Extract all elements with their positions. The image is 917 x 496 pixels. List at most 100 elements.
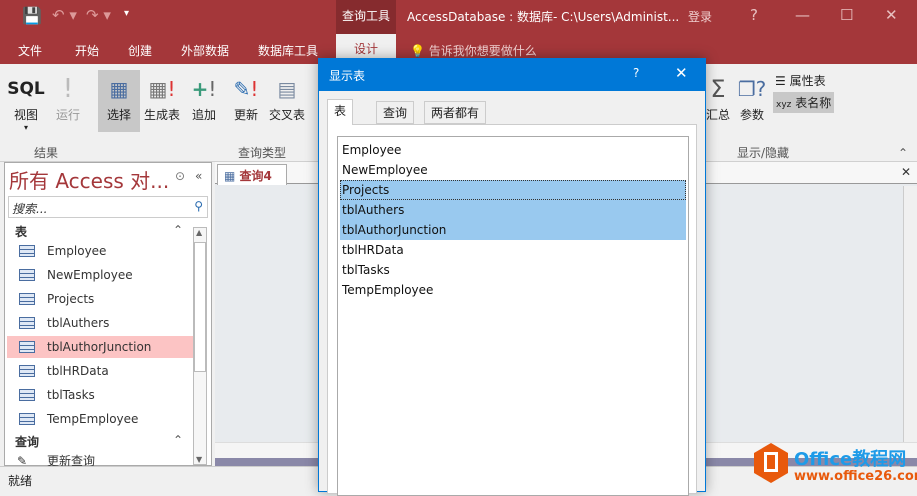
nav-item-label: Employee <box>47 244 107 258</box>
nav-item[interactable]: tblAuthers <box>7 312 193 334</box>
watermark-url: www.office26.com <box>794 469 917 484</box>
table-icon <box>19 317 35 329</box>
search-icon[interactable]: ⚲ <box>194 199 203 213</box>
customize-qat-icon[interactable]: ▾ <box>124 8 129 19</box>
update-button[interactable]: ✎! 更新 <box>224 72 268 123</box>
table-icon <box>19 413 35 425</box>
nav-item-highlighted[interactable]: tblAuthorJunction <box>7 336 193 358</box>
tab-home[interactable]: 开始 <box>75 42 99 59</box>
office-logo-icon <box>754 443 788 483</box>
list-item[interactable]: TempEmployee <box>340 280 686 300</box>
collapse-nav-icon[interactable]: « <box>195 169 202 183</box>
list-item[interactable]: NewEmployee <box>340 160 686 180</box>
parameters-icon: ❐? <box>737 77 767 101</box>
doc-vertical-scrollbar[interactable] <box>903 186 917 442</box>
select-button[interactable]: ▦ 选择 <box>97 72 141 123</box>
help-button[interactable]: ? <box>750 6 758 24</box>
nav-item[interactable]: Employee <box>7 240 193 262</box>
save-icon[interactable]: 💾 <box>22 6 42 25</box>
tab-query4[interactable]: ▦ 查询4 <box>217 164 287 185</box>
parameters-label: 参数 <box>739 108 764 122</box>
dialog-close-button[interactable]: ✕ <box>675 64 688 82</box>
view-button[interactable]: SQL 视图 ▾ <box>4 72 48 132</box>
nav-item[interactable]: tblHRData <box>7 360 193 382</box>
nav-item[interactable]: TempEmployee <box>7 408 193 430</box>
minimize-button[interactable]: — <box>795 6 810 24</box>
make-table-label: 生成表 <box>143 108 180 122</box>
update-label: 更新 <box>233 108 258 122</box>
section-tables-header[interactable]: 表 <box>15 223 27 240</box>
tell-me-input[interactable]: 💡 告诉我你想要做什么 <box>410 42 537 59</box>
group-results-label: 结果 <box>34 146 59 160</box>
query-icon: ▦ <box>224 169 236 183</box>
close-button[interactable]: ✕ <box>885 6 898 24</box>
nav-item-label: Projects <box>47 292 95 306</box>
nav-item-label: tblHRData <box>47 364 109 378</box>
navigation-pane: 所有 Access 对... ⊙ « 搜索... ⚲ 表 ⌃ Employee … <box>4 162 212 468</box>
close-document-icon[interactable]: ✕ <box>901 165 911 179</box>
property-sheet-button[interactable]: ☰ 属性表 <box>775 72 826 89</box>
table-names-button[interactable]: xyz 表名称 <box>773 92 835 113</box>
dialog-title-bar[interactable]: 显示表 ? ✕ <box>319 59 705 91</box>
nav-item[interactable]: tblTasks <box>7 384 193 406</box>
tab-file[interactable]: 文件 <box>18 42 42 59</box>
dialog-tab-both[interactable]: 两者都有 <box>424 101 487 124</box>
list-item[interactable]: Employee <box>340 140 686 160</box>
dialog-tab-tables[interactable]: 表 <box>327 99 354 125</box>
redo-icon[interactable]: ↷ ▾ <box>86 6 111 24</box>
nav-item-label: tblTasks <box>47 388 95 402</box>
make-table-button[interactable]: ▦! 生成表 <box>140 72 184 123</box>
table-icon <box>19 341 35 353</box>
crosstab-button[interactable]: ▤ 交叉表 <box>265 72 309 123</box>
update-icon: ✎! <box>233 77 259 101</box>
scroll-up-icon[interactable]: ▲ <box>196 228 202 237</box>
list-item[interactable]: tblHRData <box>340 240 686 260</box>
list-item[interactable]: tblTasks <box>340 260 686 280</box>
run-label: 运行 <box>55 108 80 122</box>
scroll-down-icon[interactable]: ▼ <box>196 455 202 464</box>
table-list[interactable]: Employee NewEmployee Projects tblAuthers… <box>337 136 689 496</box>
run-button[interactable]: ! 运行 <box>46 72 90 123</box>
list-item-selected[interactable]: tblAuthers <box>340 200 686 220</box>
tab-database-tools[interactable]: 数据库工具 <box>258 42 318 59</box>
search-placeholder: 搜索... <box>12 202 48 216</box>
parameters-button[interactable]: ❐? 参数 <box>730 72 774 123</box>
tab-create[interactable]: 创建 <box>128 42 152 59</box>
section-queries-header[interactable]: 查询 <box>15 433 39 450</box>
collapse-ribbon-icon[interactable]: ⌃ <box>898 146 908 160</box>
group-show-hide-label: 显示/隐藏 <box>737 146 790 160</box>
table-icon <box>19 293 35 305</box>
select-query-icon: ▦ <box>109 77 129 101</box>
nav-menu-icon[interactable]: ⊙ <box>175 169 185 183</box>
watermark: Office教程网 www.office26.com <box>754 443 917 489</box>
nav-item[interactable]: NewEmployee <box>7 264 193 286</box>
nav-title[interactable]: 所有 Access 对... <box>9 165 169 194</box>
table-icon <box>19 365 35 377</box>
maximize-button[interactable]: ☐ <box>840 6 853 24</box>
show-table-dialog: 显示表 ? ✕ 表 查询 两者都有 Employee NewEmployee P… <box>318 58 706 496</box>
run-icon: ! <box>62 74 74 104</box>
collapse-section-icon[interactable]: ⌃ <box>173 433 183 447</box>
list-item-selected[interactable]: Projects <box>340 180 686 200</box>
collapse-section-icon[interactable]: ⌃ <box>173 223 183 237</box>
scroll-thumb[interactable] <box>194 242 206 372</box>
dialog-tab-queries[interactable]: 查询 <box>376 101 415 124</box>
table-names-icon: xyz <box>776 100 792 110</box>
nav-item-label: tblAuthorJunction <box>47 340 152 354</box>
property-sheet-icon: ☰ <box>775 74 786 88</box>
watermark-brand: Office教程网 <box>794 449 907 470</box>
dialog-title: 显示表 <box>329 69 366 83</box>
nav-item[interactable]: Projects <box>7 288 193 310</box>
make-table-icon: ▦! <box>148 77 176 101</box>
status-text: 就绪 <box>8 474 33 488</box>
undo-icon[interactable]: ↶ ▾ <box>52 6 77 24</box>
list-item-selected[interactable]: tblAuthorJunction <box>340 220 686 240</box>
view-label: 视图 <box>13 108 38 122</box>
nav-scrollbar[interactable]: ▲ ▼ <box>193 227 207 465</box>
append-button[interactable]: +! 追加 <box>182 72 226 123</box>
tab-external-data[interactable]: 外部数据 <box>181 42 229 59</box>
nav-item-label: NewEmployee <box>47 268 133 282</box>
signin-link[interactable]: 登录 <box>688 8 712 25</box>
nav-search-input[interactable]: 搜索... ⚲ <box>8 196 208 218</box>
dialog-help-button[interactable]: ? <box>633 66 639 80</box>
